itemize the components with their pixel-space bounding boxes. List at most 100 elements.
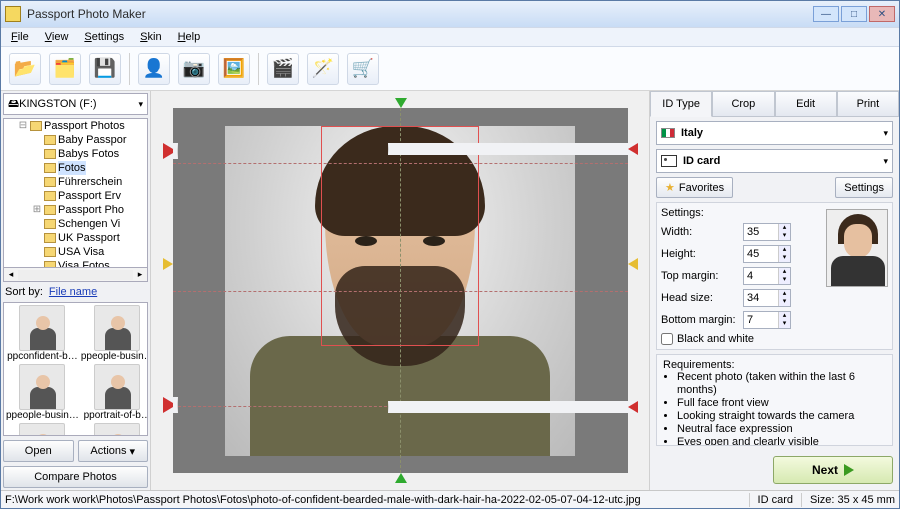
marker-red-right-icon[interactable] (388, 401, 638, 413)
list-item[interactable]: pportrait-of-b… (81, 364, 148, 421)
settings-button[interactable]: Settings (835, 177, 893, 198)
list-item[interactable]: ppeople-busin… (6, 364, 79, 421)
marker-red-right-icon[interactable] (388, 143, 638, 155)
tree-scrollbar[interactable]: ◂▸ (3, 268, 148, 282)
tab-idtype[interactable]: ID Type (650, 91, 712, 117)
tree-row[interactable]: Babys Fotos (4, 147, 147, 161)
tree-row[interactable]: Fotos (4, 161, 147, 175)
cart-icon[interactable]: 🛒 (347, 53, 379, 85)
folder-icon (44, 135, 56, 145)
chevron-down-icon: ▾ (138, 99, 143, 110)
person-id-icon[interactable]: 👤 (138, 53, 170, 85)
tree-row[interactable]: ⊟Passport Photos (4, 119, 147, 133)
country-select[interactable]: Italy ▾ (656, 121, 893, 145)
height-spinner[interactable]: 45▴▾ (743, 245, 791, 263)
status-path: F:\Work work work\Photos\Passport Photos… (5, 494, 741, 506)
close-button[interactable]: ✕ (869, 6, 895, 22)
compare-button[interactable]: Compare Photos (3, 466, 148, 488)
settings-block: Settings: Width: 35▴▾ Height: 45▴▾ Top m… (656, 202, 893, 350)
sample-preview (826, 209, 888, 287)
chevron-down-icon: ▾ (883, 156, 888, 167)
picture-icon[interactable]: 🖼️ (218, 53, 250, 85)
italy-flag-icon (661, 128, 675, 138)
folder-icon (44, 149, 56, 159)
star-icon: ★ (665, 181, 675, 194)
doctype-label: ID card (683, 155, 720, 167)
camera-icon[interactable]: 📷 (178, 53, 210, 85)
canvas[interactable] (173, 108, 628, 473)
open-recent-icon[interactable]: 🗂️ (49, 53, 81, 85)
width-spinner[interactable]: 35▴▾ (743, 223, 791, 241)
toolbar-separator (258, 53, 259, 85)
toolbar: 📂 🗂️ 💾 👤 📷 🖼️ 🎬 🪄 🛒 (1, 47, 899, 91)
tab-crop[interactable]: Crop (712, 91, 774, 117)
id-card-icon (661, 155, 677, 167)
arrow-right-icon (844, 464, 854, 476)
disk-label: KINGSTON (F:) (19, 98, 96, 110)
maximize-button[interactable]: □ (841, 6, 867, 22)
folder-icon (44, 177, 56, 187)
thumbnail-panel: ppconfident-b…ppeople-busin…ppeople-busi… (3, 302, 148, 436)
chevron-down-icon: ▾ (883, 128, 888, 139)
bottommargin-spinner[interactable]: 7▴▾ (743, 311, 791, 329)
open-folder-icon[interactable]: 📂 (9, 53, 41, 85)
list-item[interactable]: ppconfident-b… (6, 305, 79, 362)
sort-link[interactable]: File name (49, 286, 97, 298)
marker-yellow-right-icon[interactable] (628, 258, 638, 270)
headsize-spinner[interactable]: 34▴▾ (743, 289, 791, 307)
menubar: File View Settings Skin Help (1, 27, 899, 47)
list-item[interactable]: ppeople-busin… (81, 305, 148, 362)
open-button[interactable]: Open (3, 440, 74, 462)
wand-icon[interactable]: 🪄 (307, 53, 339, 85)
statusbar: F:\Work work work\Photos\Passport Photos… (1, 490, 899, 508)
country-label: Italy (681, 127, 703, 139)
menu-settings[interactable]: Settings (78, 29, 130, 45)
actions-button[interactable]: Actions ▾ (78, 440, 149, 462)
left-panel: 🖴 KINGSTON (F:) ▾ ⊟Passport PhotosBaby P… (1, 91, 151, 490)
marker-yellow-left-icon[interactable] (163, 258, 173, 270)
slate-icon[interactable]: 🎬 (267, 53, 299, 85)
requirement-item: Looking straight towards the camera (677, 410, 886, 423)
list-item[interactable]: pportrait-of-h… (6, 423, 79, 436)
window-title: Passport Photo Maker (27, 7, 813, 21)
tree-row[interactable]: USA Visa (4, 245, 147, 259)
tree-row[interactable]: UK Passport (4, 231, 147, 245)
tree-row[interactable]: Schengen Vi (4, 217, 147, 231)
marker-green-bottom-icon[interactable] (395, 473, 407, 483)
menu-view[interactable]: View (39, 29, 75, 45)
folder-tree[interactable]: ⊟Passport PhotosBaby PassporBabys FotosF… (3, 118, 148, 268)
topmargin-spinner[interactable]: 4▴▾ (743, 267, 791, 285)
doctype-select[interactable]: ID card ▾ (656, 149, 893, 173)
status-type: ID card (758, 494, 793, 506)
tree-row[interactable]: Visa Fotos (4, 259, 147, 268)
marker-green-top-icon[interactable] (395, 98, 407, 108)
tree-row[interactable]: Führerschein (4, 175, 147, 189)
marker-red-left-icon[interactable] (163, 397, 178, 413)
status-size: Size: 35 x 45 mm (810, 494, 895, 506)
tree-row[interactable]: Passport Erv (4, 189, 147, 203)
save-icon[interactable]: 💾 (89, 53, 121, 85)
settings-header: Settings: (661, 207, 820, 221)
tree-row[interactable]: Baby Passpor (4, 133, 147, 147)
crop-box[interactable] (321, 126, 479, 346)
sort-by-label: Sort by: (5, 286, 43, 298)
titlebar: Passport Photo Maker — □ ✕ (1, 1, 899, 27)
menu-file[interactable]: File (5, 29, 35, 45)
marker-red-left-icon[interactable] (163, 143, 178, 159)
minimize-button[interactable]: — (813, 6, 839, 22)
bw-checkbox[interactable] (661, 333, 673, 345)
requirement-item: Neutral face expression (677, 423, 886, 436)
list-item[interactable]: pportrait-of-m… (81, 423, 148, 436)
next-button[interactable]: Next (773, 456, 893, 484)
tab-print[interactable]: Print (837, 91, 899, 117)
tab-edit[interactable]: Edit (775, 91, 837, 117)
disk-select[interactable]: 🖴 KINGSTON (F:) ▾ (3, 93, 148, 115)
folder-icon (44, 163, 56, 173)
favorites-button[interactable]: ★Favorites (656, 177, 733, 198)
folder-icon (44, 247, 56, 257)
menu-skin[interactable]: Skin (134, 29, 167, 45)
tree-row[interactable]: ⊞Passport Pho (4, 203, 147, 217)
requirement-item: Recent photo (taken within the last 6 mo… (677, 371, 886, 397)
folder-icon (44, 261, 56, 268)
menu-help[interactable]: Help (172, 29, 207, 45)
